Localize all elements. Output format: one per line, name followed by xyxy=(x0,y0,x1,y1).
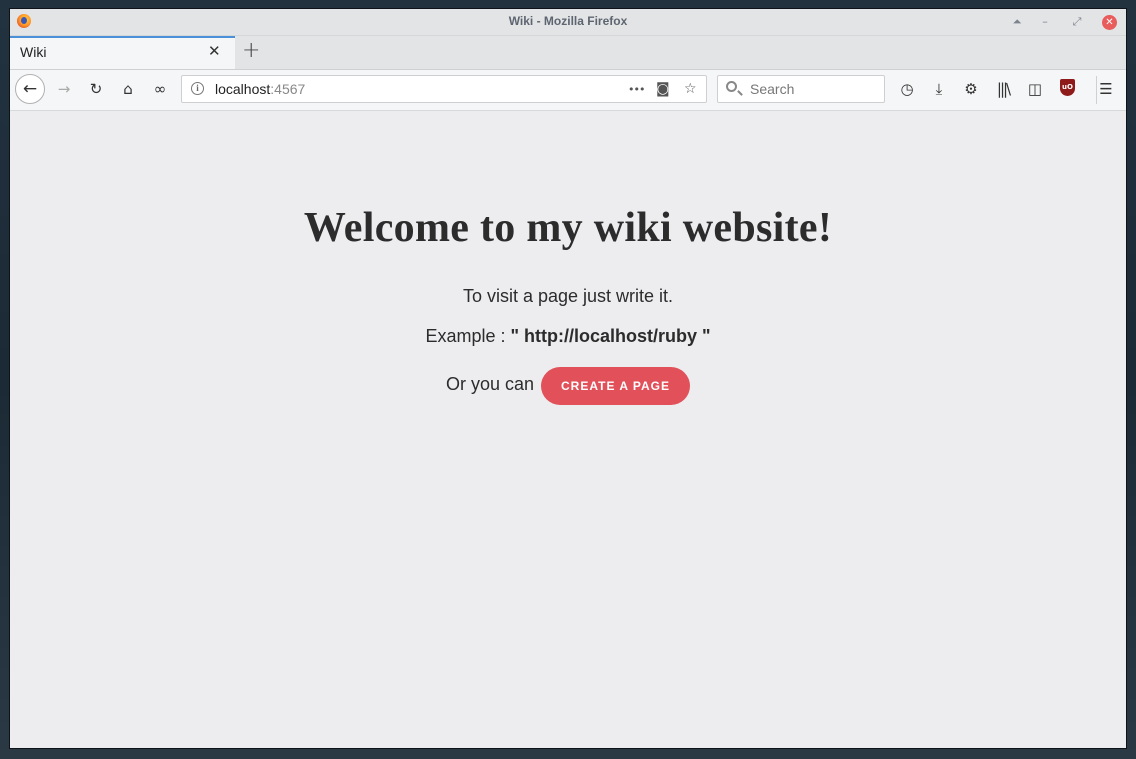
minimize-icon[interactable]: – xyxy=(1036,13,1054,31)
tab-wiki[interactable]: Wiki ✕ xyxy=(10,36,235,69)
back-arrow-icon: ← xyxy=(22,79,38,99)
or-you-can-text: Or you can xyxy=(445,373,534,394)
browser-window: Wiki - Mozilla Firefox ⏶ – ⤢ ✕ Wiki ✕ + … xyxy=(10,9,1126,748)
bookmark-star-icon[interactable]: ☆ xyxy=(684,81,697,97)
window-title: Wiki - Mozilla Firefox xyxy=(508,14,628,28)
example-line: Example : " http://localhost/ruby " xyxy=(10,326,1126,347)
maximize-icon[interactable]: ⤢ xyxy=(1068,13,1086,31)
example-url: " http://localhost/ruby " xyxy=(510,326,711,346)
private-mask-icon[interactable]: ∞ xyxy=(150,79,170,99)
intro-text: To visit a page just write it. xyxy=(462,286,674,306)
new-tab-icon[interactable]: + xyxy=(242,38,260,63)
home-icon[interactable]: ⌂ xyxy=(118,79,138,99)
shade-window-icon[interactable]: ⏶ xyxy=(1008,13,1026,31)
tab-label: Wiki xyxy=(20,44,47,60)
settings-gear-icon[interactable]: ⚙ xyxy=(960,79,982,99)
pocket-icon[interactable]: ◙ xyxy=(656,81,670,97)
hamburger-menu-icon[interactable]: ☰ xyxy=(1095,79,1117,99)
url-port: :4567 xyxy=(270,81,306,97)
reload-icon[interactable]: ↻ xyxy=(86,79,106,99)
search-bar[interactable] xyxy=(717,75,885,103)
title-bar: Wiki - Mozilla Firefox ⏶ – ⤢ ✕ xyxy=(10,9,1126,36)
page-content: Welcome to my wiki website! To visit a p… xyxy=(10,111,1126,748)
url-text[interactable]: localhost:4567 xyxy=(215,81,305,97)
close-tab-icon[interactable]: ✕ xyxy=(208,42,221,60)
example-prefix: Example : xyxy=(425,326,511,346)
back-button[interactable]: ← xyxy=(15,74,45,104)
url-bar[interactable]: i localhost:4567 ••• ◙ ☆ xyxy=(181,75,707,103)
history-icon[interactable]: ◷ xyxy=(896,79,918,99)
create-line: Or you can CREATE A PAGE xyxy=(10,366,1126,405)
page-actions-icon[interactable]: ••• xyxy=(628,83,645,96)
search-input[interactable] xyxy=(748,80,882,98)
tab-bar: Wiki ✕ + xyxy=(10,36,1126,70)
url-host: localhost xyxy=(215,81,271,97)
close-window-icon[interactable]: ✕ xyxy=(1102,15,1117,30)
forward-icon[interactable]: → xyxy=(54,79,74,99)
navigation-bar: ← → ↻ ⌂ ∞ i localhost:4567 ••• ◙ ☆ ◷ ⤓ ⚙… xyxy=(10,70,1126,111)
page-title: Welcome to my wiki website! xyxy=(303,205,833,251)
library-icon[interactable]: |||\ xyxy=(992,79,1014,99)
site-info-icon[interactable]: i xyxy=(191,82,204,95)
search-icon xyxy=(726,81,737,92)
sidebar-icon[interactable]: ◫ xyxy=(1024,79,1046,99)
download-icon[interactable]: ⤓ xyxy=(928,79,950,99)
ublock-origin-icon[interactable]: uO xyxy=(1060,79,1075,96)
create-page-button[interactable]: CREATE A PAGE xyxy=(541,367,691,405)
